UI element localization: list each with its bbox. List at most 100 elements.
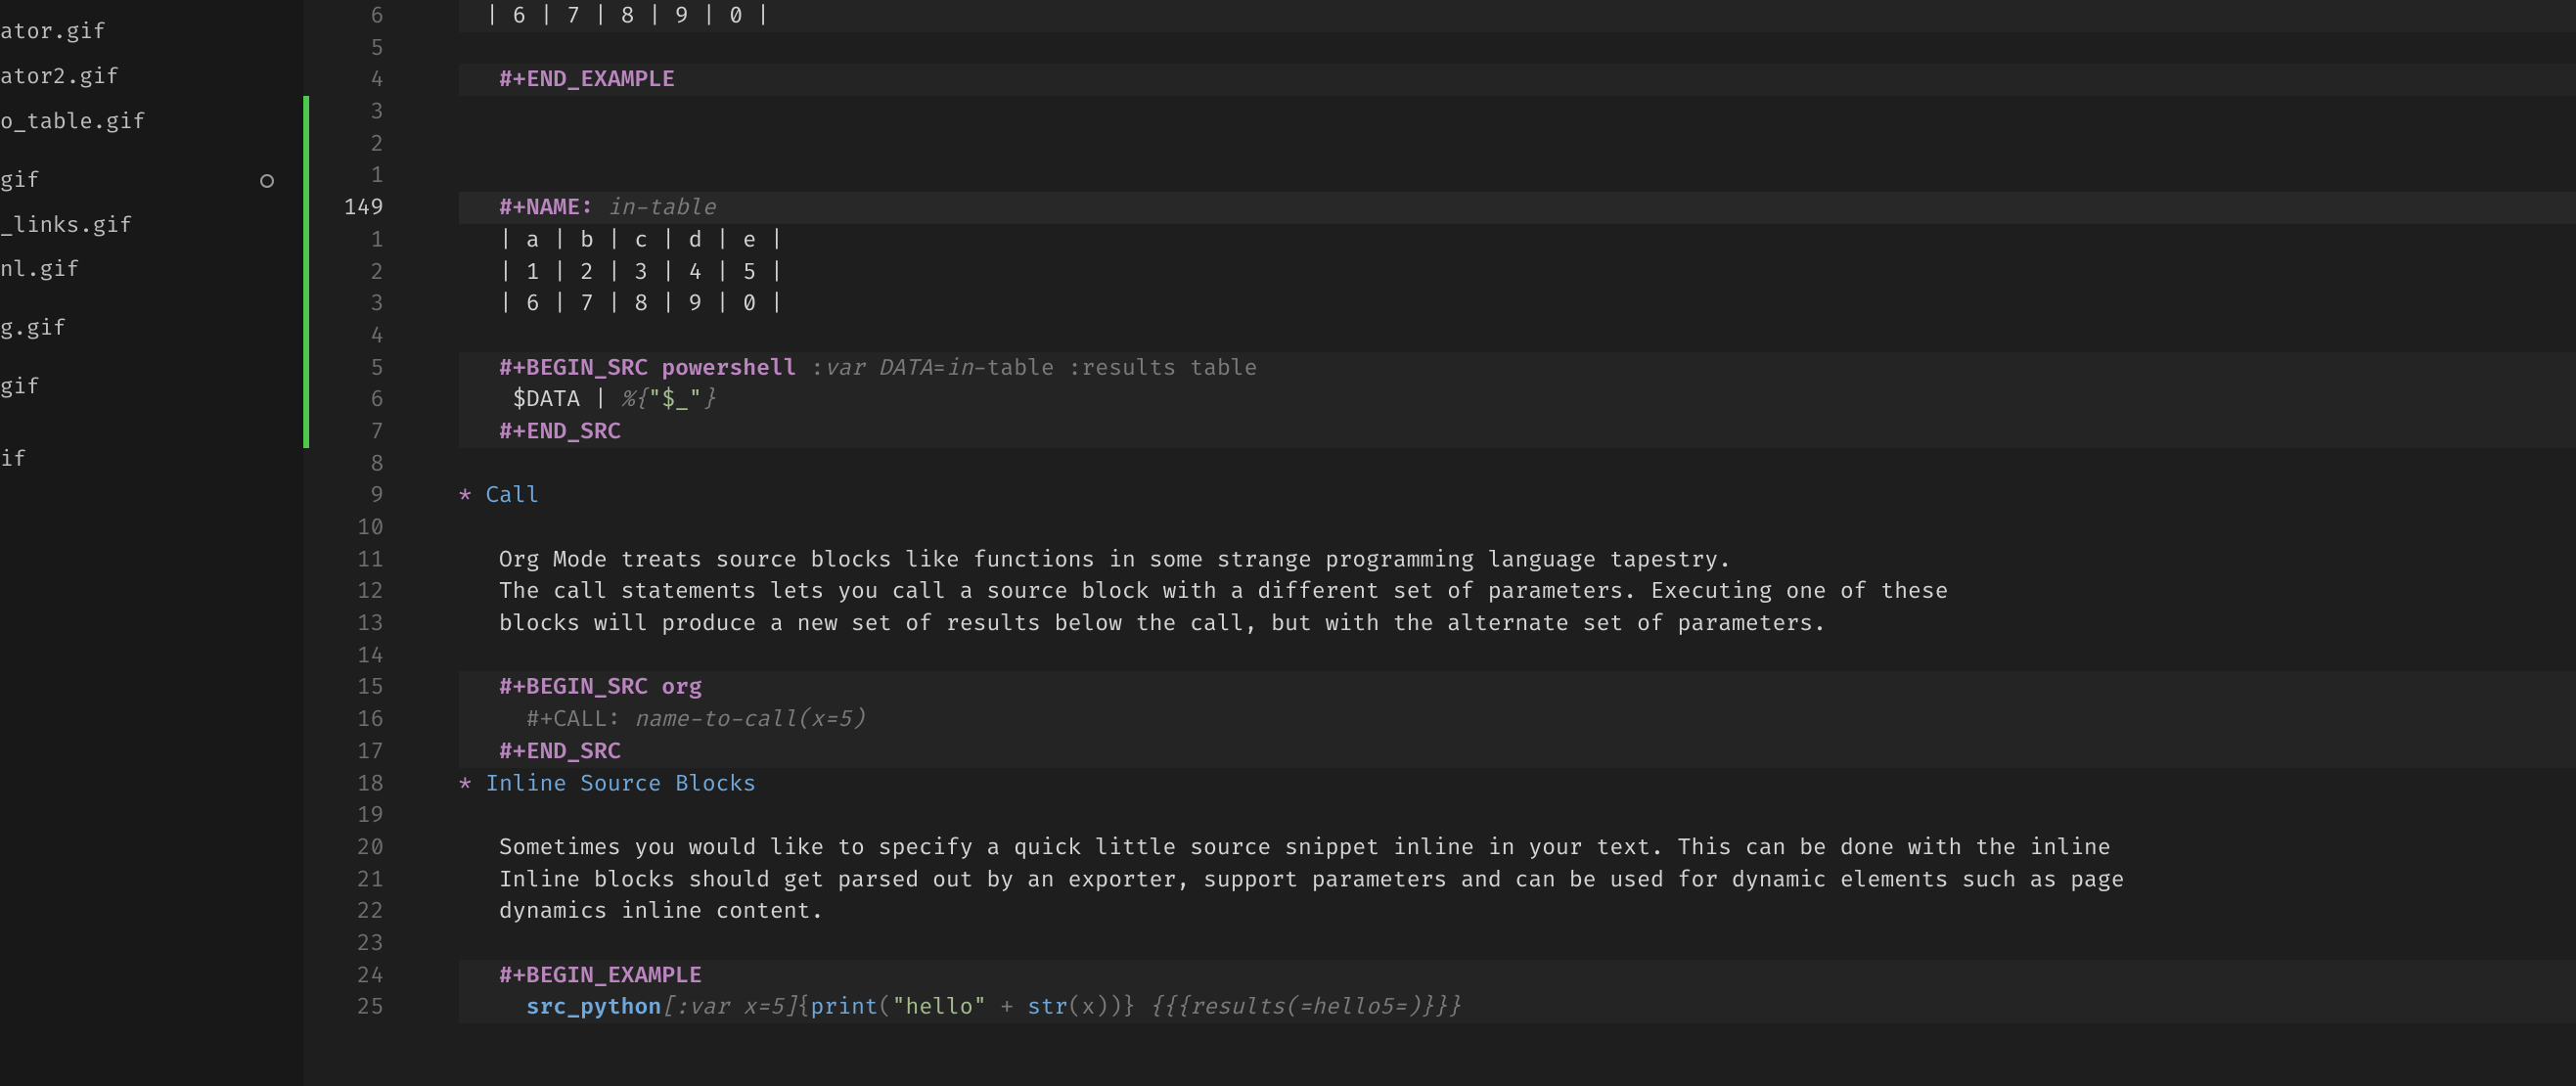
code-line[interactable]: #+BEGIN_SRC powershell :var DATA=in-tabl… <box>459 352 2576 385</box>
line-number: 9 <box>309 479 384 512</box>
code-line[interactable]: #+BEGIN_EXAMPLE <box>459 960 2576 992</box>
code-token: "hello" <box>892 993 987 1020</box>
code-token: : <box>797 354 825 382</box>
file-item[interactable]: g.gif <box>0 306 303 351</box>
code-token: in <box>946 354 973 382</box>
code-line[interactable] <box>459 928 2576 960</box>
code-line[interactable]: blocks will produce a new set of results… <box>459 608 2576 640</box>
code-line[interactable]: | 1 | 2 | 3 | 4 | 5 | <box>459 256 2576 289</box>
line-number: 24 <box>309 960 384 992</box>
file-item[interactable] <box>0 293 303 306</box>
file-label: g.gif <box>0 313 67 344</box>
line-number: 23 <box>309 928 384 960</box>
line-number: 6 <box>309 0 384 32</box>
line-number: 2 <box>309 128 384 160</box>
code-line[interactable]: Sometimes you would like to specify a qu… <box>459 832 2576 864</box>
code-token: | 6 | 7 | 8 | 9 | 0 | <box>499 290 784 317</box>
code-token: var DATA <box>824 354 932 382</box>
code-token: + <box>987 993 1028 1020</box>
code-token: | 1 | 2 | 3 | 4 | 5 | <box>499 258 784 286</box>
file-item[interactable]: _links.gif <box>0 204 303 249</box>
code-token: %{ <box>621 385 649 413</box>
code-line[interactable]: The call statements lets you call a sour… <box>459 575 2576 608</box>
unsaved-indicator-icon <box>260 174 274 188</box>
code-content[interactable]: | 6 | 7 | 8 | 9 | 0 | #+END_EXAMPLE #+NA… <box>412 0 2576 1086</box>
file-item[interactable] <box>0 145 303 158</box>
code-line[interactable]: $DATA | %{"$_"} <box>459 384 2576 416</box>
code-line[interactable] <box>459 448 2576 480</box>
heading-star: * <box>459 770 473 797</box>
code-token: $DATA | <box>499 385 621 413</box>
code-line[interactable]: #+NAME: in-table <box>459 192 2576 224</box>
file-item[interactable] <box>0 351 303 365</box>
code-line[interactable]: #+END_SRC <box>459 416 2576 448</box>
line-gutter: 6543211491234567891011121314151617181920… <box>309 0 412 1086</box>
code-editor[interactable]: 6543211491234567891011121314151617181920… <box>303 0 2576 1086</box>
code-line[interactable] <box>459 159 2576 192</box>
file-item[interactable]: if <box>0 437 303 482</box>
code-line[interactable]: * Inline Source Blocks <box>459 768 2576 800</box>
file-item[interactable]: ator2.gif <box>0 55 303 100</box>
code-line[interactable]: src_python[:var x=5]{print("hello" + str… <box>459 991 2576 1023</box>
line-number: 12 <box>309 575 384 608</box>
line-number: 4 <box>309 320 384 352</box>
file-label: ator2.gif <box>0 62 119 93</box>
code-line[interactable] <box>459 320 2576 352</box>
line-number: 3 <box>309 96 384 128</box>
code-token: =hello5= <box>1298 993 1407 1020</box>
code-token: #+BEGIN_SRC <box>499 354 648 382</box>
file-item[interactable] <box>0 410 303 424</box>
code-line[interactable]: Org Mode treats source blocks like funct… <box>459 544 2576 576</box>
code-line[interactable]: Inline blocks should get parsed out by a… <box>459 864 2576 896</box>
code-token: (x))} <box>1068 993 1136 1020</box>
code-token: blocks will produce a new set of results… <box>499 610 1827 637</box>
code-token: #+END_EXAMPLE <box>499 66 675 93</box>
file-item[interactable] <box>0 424 303 437</box>
line-number: 19 <box>309 799 384 832</box>
code-line[interactable] <box>459 128 2576 160</box>
code-token: Org Mode treats source blocks like funct… <box>499 546 1732 573</box>
code-line[interactable]: #+BEGIN_SRC org <box>459 671 2576 703</box>
code-line[interactable]: | 6 | 7 | 8 | 9 | 0 | <box>459 0 2576 32</box>
code-token: [:var x=5] <box>661 993 796 1020</box>
code-line[interactable] <box>459 640 2576 672</box>
code-token: | 6 | 7 | 8 | 9 | 0 | <box>485 2 770 29</box>
code-line[interactable]: | 6 | 7 | 8 | 9 | 0 | <box>459 288 2576 320</box>
line-number: 13 <box>309 608 384 640</box>
file-item[interactable]: ator.gif <box>0 10 303 55</box>
code-token: print <box>811 993 879 1020</box>
code-line[interactable] <box>459 96 2576 128</box>
code-token: ( <box>879 993 892 1020</box>
line-number: 11 <box>309 544 384 576</box>
file-item[interactable]: nl.gif <box>0 248 303 293</box>
code-line[interactable]: * Call <box>459 479 2576 512</box>
code-token: "$_" <box>648 385 701 413</box>
code-line[interactable]: | a | b | c | d | e | <box>459 224 2576 256</box>
code-token: #+BEGIN_SRC <box>499 673 648 701</box>
code-line[interactable] <box>459 799 2576 832</box>
code-line[interactable]: dynamics inline content. <box>459 895 2576 928</box>
line-number: 20 <box>309 832 384 864</box>
code-line[interactable]: #+CALL: name-to-call(x=5) <box>459 703 2576 736</box>
code-line[interactable] <box>459 32 2576 65</box>
code-token: #+NAME: <box>499 194 594 221</box>
heading-text: Inline Source Blocks <box>485 770 756 797</box>
line-number: 6 <box>309 384 384 416</box>
code-line[interactable]: #+END_SRC <box>459 736 2576 768</box>
file-label: if <box>0 444 26 475</box>
file-label: o_table.gif <box>0 107 146 138</box>
line-number: 1 <box>309 159 384 192</box>
line-number: 21 <box>309 864 384 896</box>
file-label: gif <box>0 372 40 403</box>
line-number: 16 <box>309 703 384 736</box>
code-token: #+END_SRC <box>499 738 621 765</box>
code-line[interactable] <box>459 512 2576 544</box>
file-item[interactable]: gif <box>0 158 303 204</box>
line-number: 22 <box>309 895 384 928</box>
line-number: 14 <box>309 640 384 672</box>
heading-text: Call <box>485 481 539 509</box>
code-token: src_python <box>526 993 661 1020</box>
file-item[interactable]: gif <box>0 365 303 410</box>
code-line[interactable]: #+END_EXAMPLE <box>459 64 2576 96</box>
file-item[interactable]: o_table.gif <box>0 100 303 145</box>
